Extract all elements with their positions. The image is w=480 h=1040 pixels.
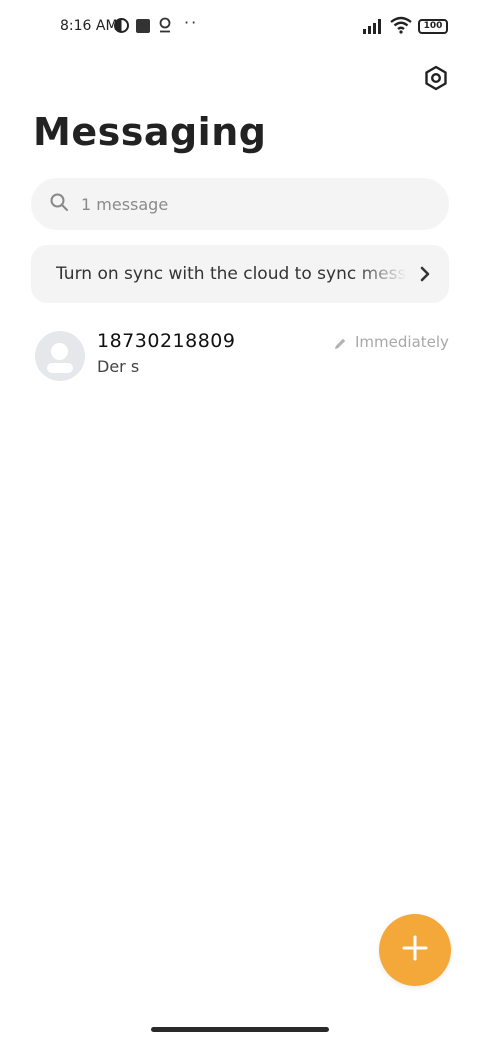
status-time: 8:16 AM [60,18,118,34]
cloud-sync-banner[interactable]: Turn on sync with the cloud to sync mess… [31,245,449,303]
status-bar: 8:16 AM ·· 100 [0,0,480,56]
search-bar[interactable]: 1 message [31,178,449,230]
chevron-right-icon [419,265,431,283]
more-notifications-icon: ·· [184,13,199,32]
notification-app-icon [136,19,150,33]
sync-banner-text: Turn on sync with the cloud to sync mess… [56,264,407,284]
page-title: Messaging [33,110,267,154]
avatar [35,331,85,381]
wifi-icon [390,16,412,38]
plus-icon [401,934,429,966]
conversation-name: 18730218809 [97,330,236,352]
search-icon [49,192,69,216]
pencil-icon [333,336,348,355]
signal-strength-icon [362,18,384,38]
conversation-time: Immediately [355,333,449,351]
conversation-preview: Der s [97,357,140,376]
settings-hexagon-icon [423,65,449,95]
avatar-head-shape [51,343,68,360]
search-placeholder: 1 message [81,194,169,214]
settings-button[interactable] [422,65,450,95]
home-indicator[interactable] [151,1027,329,1032]
battery-icon: 100 [418,19,448,34]
data-saver-icon [114,18,129,33]
conversation-item[interactable]: 18730218809 Der s Immediately [0,320,480,394]
new-message-button[interactable] [379,914,451,986]
location-pin-icon [158,17,172,37]
avatar-body-shape [47,363,73,373]
